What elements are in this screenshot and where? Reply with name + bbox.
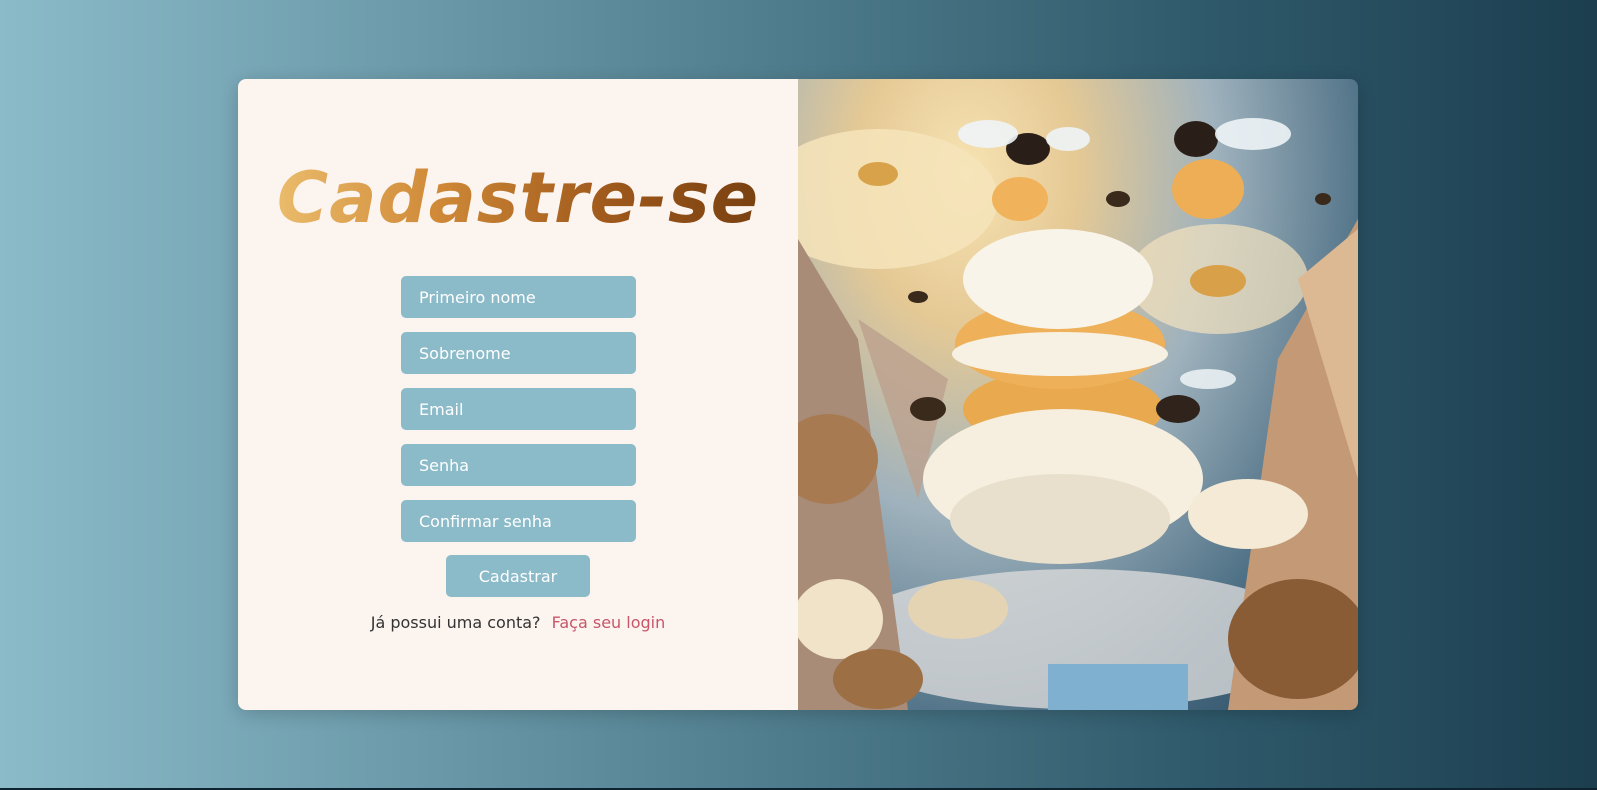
login-prompt-line: Já possui uma conta? Faça seu login xyxy=(238,613,798,632)
hero-illustration xyxy=(798,79,1358,710)
signup-card: Cadastre-se Cadastrar Já possui uma cont… xyxy=(238,79,1358,710)
page-title: Cadastre-se xyxy=(238,157,798,239)
last-name-input[interactable] xyxy=(401,332,636,374)
first-name-input[interactable] xyxy=(401,276,636,318)
email-input[interactable] xyxy=(401,388,636,430)
signup-form-panel: Cadastre-se Cadastrar Já possui uma cont… xyxy=(238,79,798,710)
register-button[interactable]: Cadastrar xyxy=(446,555,590,597)
signup-fields xyxy=(401,276,636,556)
confirm-password-input[interactable] xyxy=(401,500,636,542)
login-link[interactable]: Faça seu login xyxy=(552,613,666,632)
bees-cream-puff-illustration xyxy=(798,118,1358,710)
login-prompt-text: Já possui uma conta? xyxy=(370,613,541,632)
password-input[interactable] xyxy=(401,444,636,486)
